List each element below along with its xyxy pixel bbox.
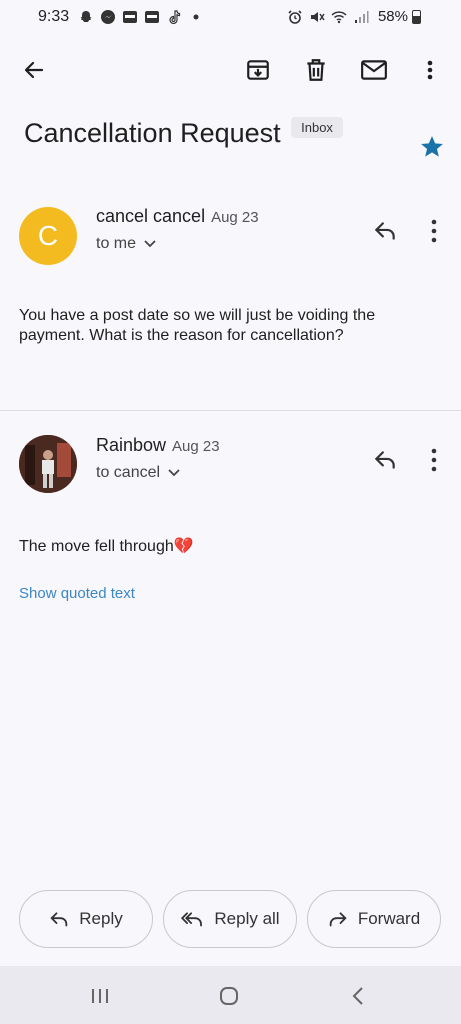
recipient-text: to me: [96, 235, 137, 252]
dot-icon: [193, 14, 199, 20]
divider: [0, 410, 461, 411]
signal-icon: [355, 11, 369, 23]
email-toolbar: [0, 48, 461, 92]
reply-icon[interactable]: [372, 218, 398, 244]
forward-button[interactable]: Forward: [307, 890, 441, 948]
reply-actions: Reply Reply all Forward: [19, 890, 442, 948]
archive-icon[interactable]: [244, 56, 272, 84]
more-vert-icon[interactable]: [424, 447, 444, 473]
recipient-toggle[interactable]: to me: [96, 235, 156, 253]
battery-icon: [412, 10, 421, 24]
more-vert-icon[interactable]: [416, 56, 444, 84]
profile-photo-icon: [19, 435, 77, 493]
chevron-down-icon: [144, 240, 156, 248]
status-time: 9:33: [38, 8, 70, 25]
subject-row: Cancellation Request Inbox: [24, 117, 444, 149]
message-body: The move fell through💔: [19, 538, 194, 555]
avatar[interactable]: [19, 435, 77, 493]
recipient-toggle[interactable]: to cancel: [96, 464, 180, 482]
notification-icons: [78, 9, 204, 25]
sender-line: cancel cancel Aug 23: [96, 206, 259, 227]
tiktok-icon: [169, 10, 181, 25]
email-subject: Cancellation Request: [24, 118, 281, 148]
sender-name: Rainbow: [96, 435, 167, 455]
message-date: Aug 23: [172, 438, 220, 455]
status-bar: 9:33 58%: [0, 0, 461, 34]
system-icons: [287, 9, 369, 25]
reply-all-icon: [181, 912, 203, 927]
forward-label: Forward: [357, 909, 421, 928]
home-icon[interactable]: [215, 982, 243, 1010]
nav-back-icon[interactable]: [344, 982, 372, 1010]
reply-button[interactable]: Reply: [19, 890, 153, 948]
forward-icon: [329, 912, 347, 927]
system-nav-bar: [0, 966, 461, 1024]
reply-icon[interactable]: [372, 447, 398, 473]
more-vert-icon[interactable]: [424, 218, 444, 244]
recipient-text: to cancel: [96, 464, 161, 481]
sender-line: Rainbow Aug 23: [96, 435, 220, 456]
sender-name: cancel cancel: [96, 206, 206, 226]
snapchat-icon: [80, 11, 92, 22]
reply-icon: [50, 912, 68, 927]
reply-label: Reply: [79, 909, 123, 928]
messenger-icon: [101, 10, 115, 24]
trash-icon[interactable]: [302, 56, 330, 84]
mute-icon: [311, 12, 325, 22]
alarm-icon: [288, 10, 302, 24]
message-date: Aug 23: [211, 209, 259, 226]
wifi-icon: [331, 11, 347, 24]
label-chip[interactable]: Inbox: [291, 117, 343, 138]
star-icon[interactable]: [419, 134, 445, 160]
battery-percent: 58%: [377, 8, 408, 25]
reply-all-label: Reply all: [214, 909, 280, 928]
mail-icon[interactable]: [360, 56, 388, 84]
reply-all-button[interactable]: Reply all: [163, 890, 297, 948]
avatar[interactable]: C: [19, 207, 77, 265]
show-quoted-text-link[interactable]: Show quoted text: [19, 585, 135, 602]
recents-icon[interactable]: [86, 982, 114, 1010]
back-arrow-icon[interactable]: [20, 56, 48, 84]
message-body: You have a post date so we will just be …: [19, 307, 376, 344]
free-app-icon: [123, 11, 137, 23]
free-app-icon: [145, 11, 159, 23]
chevron-down-icon: [168, 469, 180, 477]
